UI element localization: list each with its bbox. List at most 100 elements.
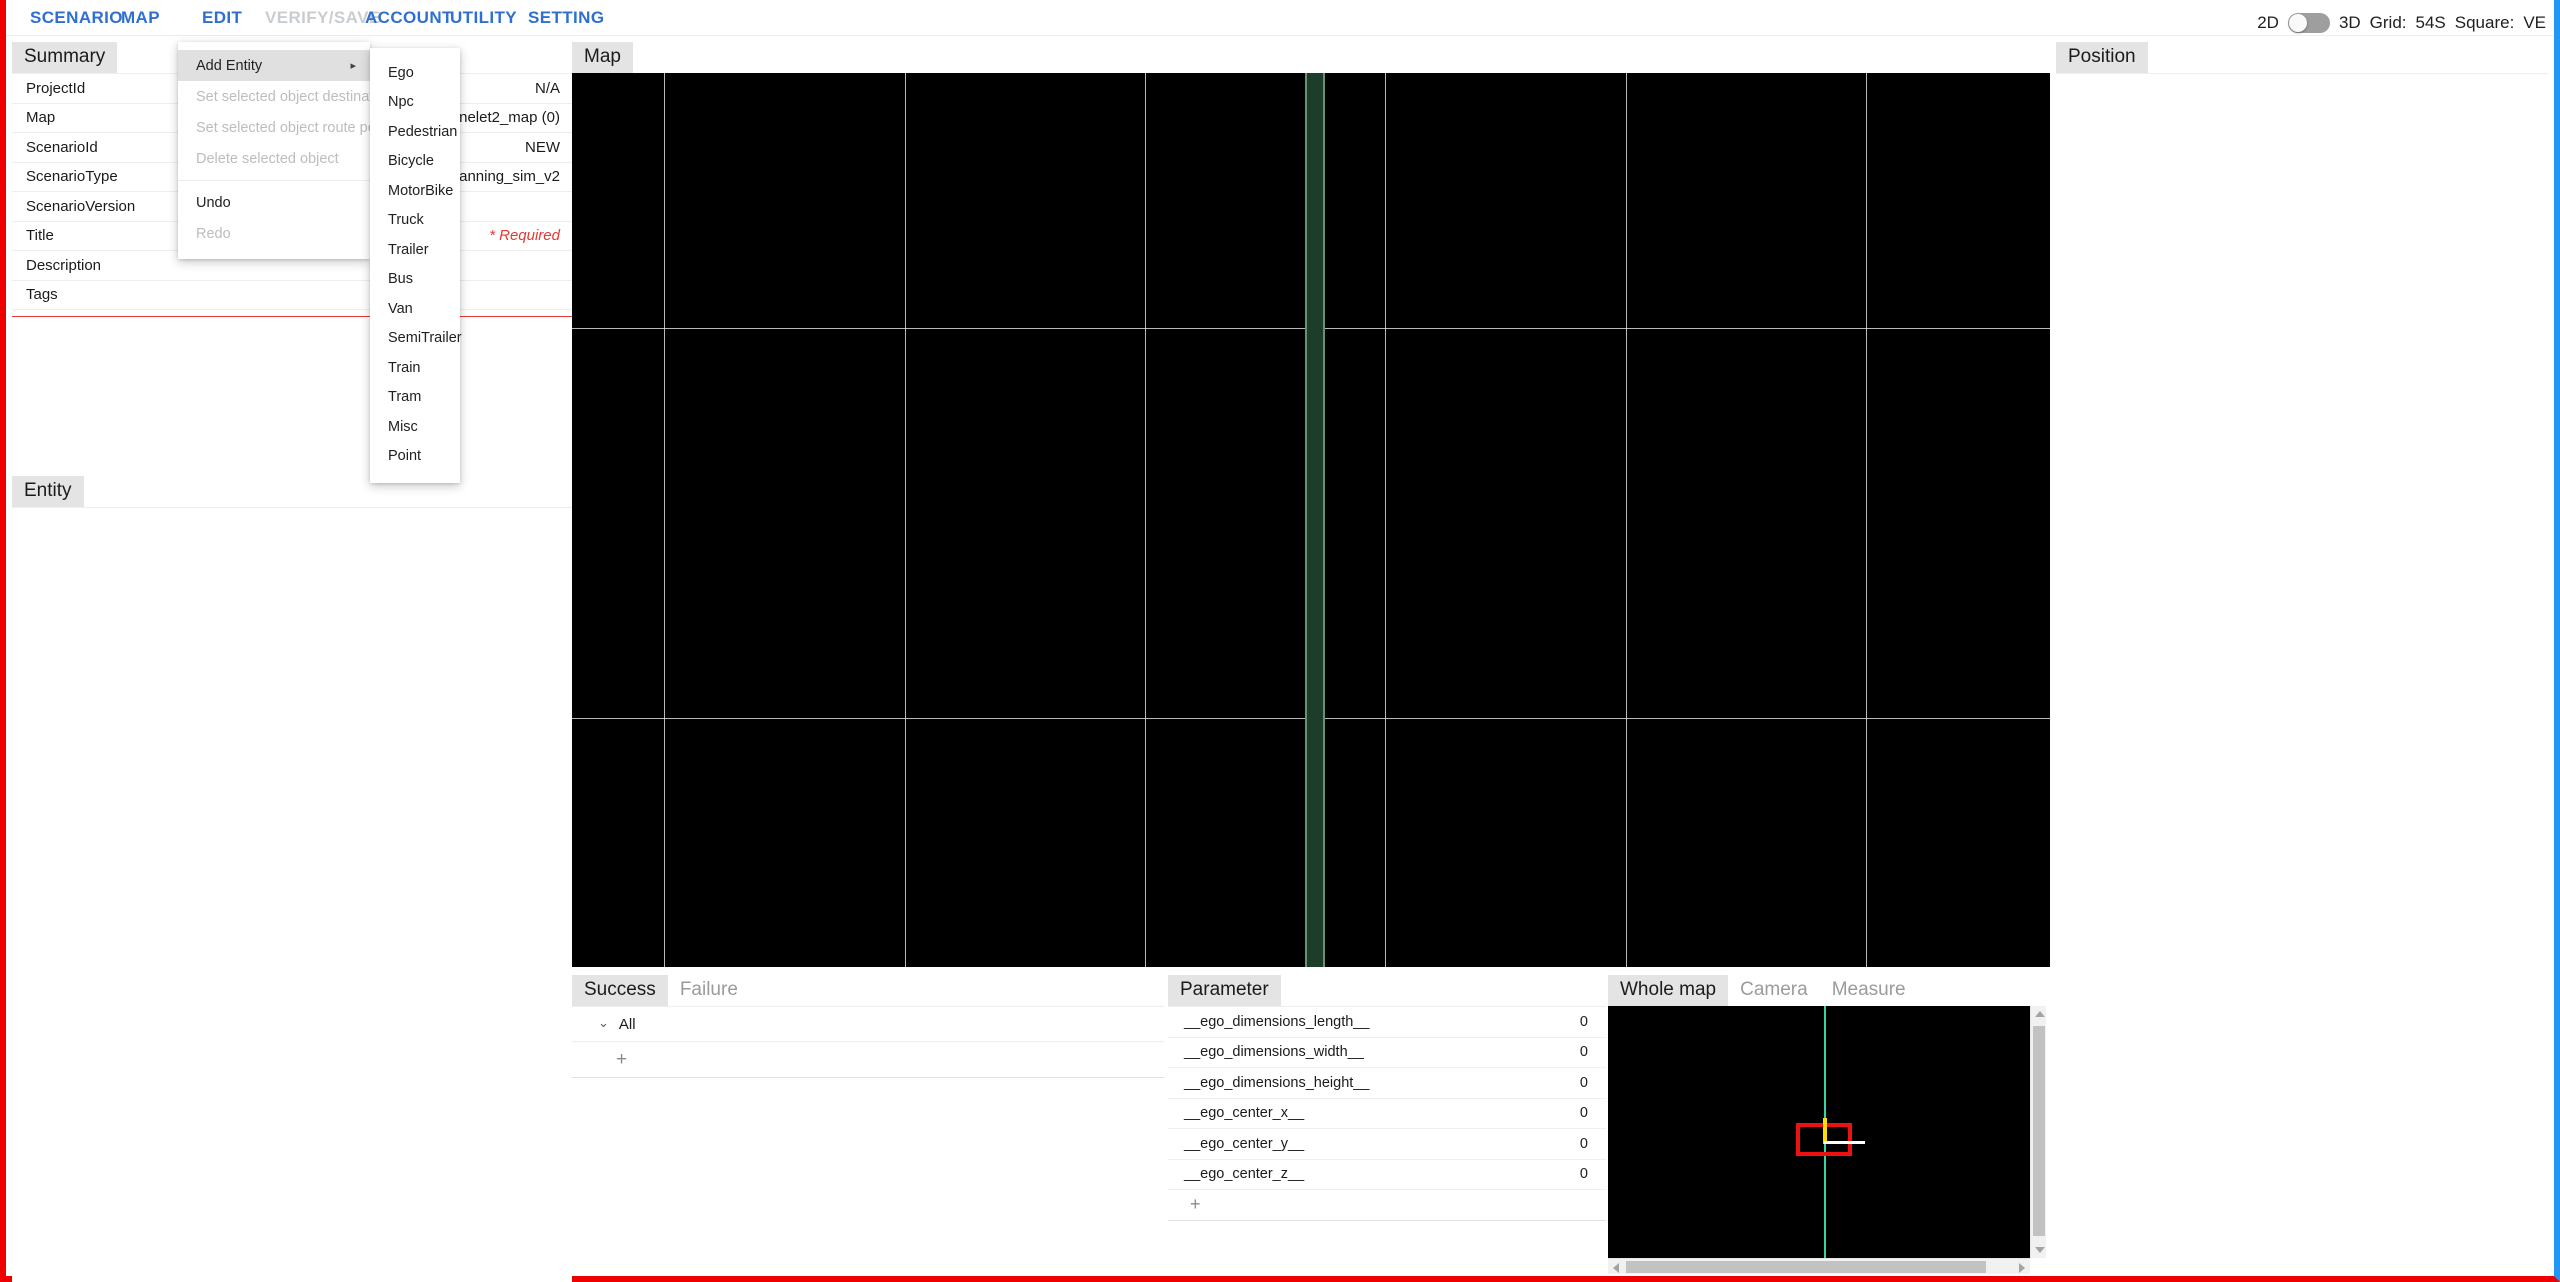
square-value[interactable]: VE <box>2523 13 2546 33</box>
minimap-vertical-scroll-thumb[interactable] <box>2033 1026 2045 1236</box>
table-row[interactable]: __ego_dimensions_height__ 0 <box>1168 1068 1606 1099</box>
parameter-value[interactable]: 0 <box>1580 1166 1588 1182</box>
position-caption: Position <box>2056 42 2148 73</box>
submenu-item-point[interactable]: Point <box>370 442 460 472</box>
parameter-key: __ego_dimensions_length__ <box>1184 1013 1370 1030</box>
map-gridline-vertical <box>1145 73 1146 967</box>
submenu-item-train[interactable]: Train <box>370 353 460 383</box>
parameter-caption-row: Parameter <box>1168 975 1606 1006</box>
menu-item-label: Set selected object destination <box>196 88 393 105</box>
entity-panel: Entity <box>12 476 572 1282</box>
scroll-up-icon[interactable] <box>2035 1011 2045 1017</box>
parameter-value[interactable]: 0 <box>1580 1105 1588 1121</box>
condition-tree-root-label: All <box>618 1015 636 1033</box>
parameter-value[interactable]: 0 <box>1580 1044 1588 1060</box>
parameter-key: __ego_center_z__ <box>1184 1166 1305 1183</box>
menu-separator <box>178 180 370 181</box>
submenu-item-pedestrian[interactable]: Pedestrian <box>370 117 460 147</box>
chevron-right-icon: ▸ <box>350 60 356 72</box>
parameter-value[interactable]: 0 <box>1580 1136 1588 1152</box>
scroll-left-icon[interactable] <box>1613 1263 1619 1273</box>
map-gridline-vertical <box>905 73 906 967</box>
minimap-horizontal-scroll-thumb[interactable] <box>1626 1261 1986 1273</box>
minimap-vertical-scrollbar[interactable] <box>2030 1006 2046 1258</box>
map-gridline-vertical <box>1385 73 1386 967</box>
parameter-value[interactable]: 0 <box>1580 1014 1588 1030</box>
label-3d: 3D <box>2338 13 2361 32</box>
submenu-item-misc[interactable]: Misc <box>370 412 460 442</box>
submenu-item-bus[interactable]: Bus <box>370 265 460 295</box>
submenu-item-ego[interactable]: Ego <box>370 58 460 88</box>
submenu-item-bicycle[interactable]: Bicycle <box>370 147 460 177</box>
success-failure-panel: Success Failure ⌄ All + <box>572 975 1164 1275</box>
condition-tree-root[interactable]: ⌄ All <box>572 1007 1164 1042</box>
menu-utility[interactable]: UTILITY <box>440 8 527 28</box>
summary-key: Tags <box>26 286 58 304</box>
chevron-down-icon[interactable]: ⌄ <box>598 1015 609 1031</box>
position-body[interactable] <box>2056 73 2548 933</box>
summary-caption: Summary <box>12 42 118 73</box>
success-body: ⌄ All + <box>572 1006 1164 1078</box>
summary-value: lanelet2_map (0) <box>447 109 560 127</box>
add-condition-button[interactable]: + <box>572 1042 1164 1078</box>
menu-item-label: Redo <box>196 225 231 242</box>
success-failure-tabs: Success Failure <box>572 975 1164 1006</box>
grid-value[interactable]: 54S <box>2416 13 2446 33</box>
table-row[interactable]: __ego_center_y__ 0 <box>1168 1129 1606 1160</box>
summary-value: NEW <box>525 138 560 156</box>
submenu-item-van[interactable]: Van <box>370 294 460 324</box>
summary-key: Description <box>26 256 102 274</box>
menu-item-set-route-point: Set selected object route point <box>178 112 391 143</box>
table-row[interactable]: __ego_center_x__ 0 <box>1168 1099 1606 1129</box>
parameter-panel: Parameter __ego_dimensions_length__ 0 __… <box>1168 975 1606 1275</box>
menu-item-label: Undo <box>196 194 231 211</box>
menu-setting[interactable]: SETTING <box>518 8 614 28</box>
menu-item-redo: Redo <box>178 218 370 249</box>
submenu-item-semitrailer[interactable]: SemiTrailer <box>370 324 462 354</box>
menu-item-undo[interactable]: Undo <box>178 187 370 218</box>
parameter-value[interactable]: 0 <box>1580 1075 1588 1091</box>
table-row[interactable]: __ego_dimensions_width__ 0 <box>1168 1038 1606 1068</box>
parameter-key: __ego_center_y__ <box>1184 1135 1305 1152</box>
square-label: Square: <box>2454 13 2515 32</box>
table-row[interactable]: __ego_dimensions_length__ 0 <box>1168 1007 1606 1038</box>
tab-failure[interactable]: Failure <box>668 975 750 1006</box>
map-viewport[interactable] <box>572 73 2050 967</box>
toggle-2d-3d[interactable] <box>2287 13 2330 33</box>
minimap-canvas[interactable] <box>1608 1006 2030 1258</box>
submenu-item-truck[interactable]: Truck <box>370 206 460 236</box>
submenu-item-npc[interactable]: Npc <box>370 88 460 118</box>
menu-map[interactable]: MAP <box>111 8 170 28</box>
tab-camera[interactable]: Camera <box>1728 975 1820 1006</box>
menu-item-add-entity[interactable]: Add Entity ▸ <box>178 50 370 81</box>
map-gridline-vertical <box>1626 73 1627 967</box>
grid-label: Grid: <box>2369 13 2407 32</box>
map-caption-row: Map <box>572 42 2052 73</box>
scroll-down-icon[interactable] <box>2035 1247 2045 1253</box>
submenu-item-tram[interactable]: Tram <box>370 383 460 413</box>
scroll-right-icon[interactable] <box>2019 1263 2025 1273</box>
summary-value-required: * Required <box>489 227 560 245</box>
minimap-horizontal-scrollbar[interactable] <box>1608 1258 2030 1274</box>
submenu-item-motorbike[interactable]: MotorBike <box>370 176 460 206</box>
menu-item-set-destination: Set selected object destination <box>178 81 393 112</box>
minimap-route-line <box>1824 1141 1865 1144</box>
menu-edit[interactable]: EDIT <box>192 8 252 28</box>
add-parameter-button[interactable]: + <box>1168 1190 1606 1221</box>
summary-row-tags[interactable]: Tags <box>12 281 572 310</box>
position-panel: Position <box>2056 42 2548 936</box>
left-column-divider <box>12 316 572 317</box>
menu-item-label: Delete selected object <box>196 150 339 167</box>
label-2d: 2D <box>2257 13 2279 32</box>
add-entity-submenu: Ego Npc Pedestrian Bicycle MotorBike Tru… <box>370 48 462 483</box>
submenu-item-trailer[interactable]: Trailer <box>370 235 460 265</box>
menu-item-label: Add Entity <box>196 57 263 74</box>
menu-item-delete-selected: Delete selected object <box>178 143 370 174</box>
tab-measure[interactable]: Measure <box>1820 975 1918 1006</box>
table-row[interactable]: __ego_center_z__ 0 <box>1168 1160 1606 1190</box>
tab-whole-map[interactable]: Whole map <box>1608 975 1729 1006</box>
summary-value: planning_sim_v2 <box>447 168 560 186</box>
minimap-wrap <box>1608 1006 2046 1274</box>
tab-success[interactable]: Success <box>572 975 668 1006</box>
entity-list[interactable] <box>12 507 572 1282</box>
